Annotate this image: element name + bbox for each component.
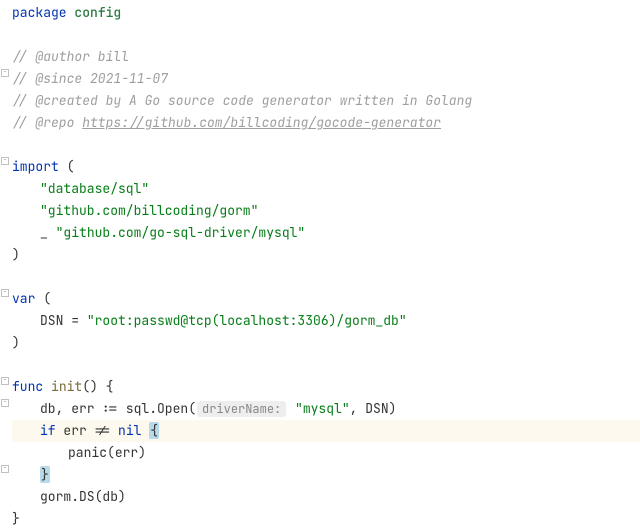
code-line[interactable]: // @author bill xyxy=(12,46,640,68)
fold-marker[interactable]: − xyxy=(1,157,9,165)
blank-identifier: _ xyxy=(40,224,48,241)
code-line[interactable]: func init() { xyxy=(12,376,640,398)
code-line[interactable]: "database/sql" xyxy=(12,178,640,200)
comment: // @repo https://github.com/billcoding/g… xyxy=(12,114,441,131)
paren: ) xyxy=(12,246,20,263)
gutter: − − − − − − xyxy=(0,0,8,532)
code-line[interactable]: } xyxy=(12,464,640,486)
comment: // @since 2021-11-07 xyxy=(12,70,168,87)
code-line-highlighted[interactable]: if err != nil { xyxy=(12,420,640,442)
import-string: "github.com/go-sql-driver/mysql" xyxy=(56,224,306,241)
fold-marker[interactable]: − xyxy=(1,377,9,385)
code-text: (err) xyxy=(107,444,146,461)
code-body[interactable]: package config // @author bill // @since… xyxy=(12,2,640,530)
code-editor[interactable]: − − − − − − package config // @author bi… xyxy=(0,0,640,532)
code-line[interactable]: import ( xyxy=(12,156,640,178)
code-text: gorm.DS(db) xyxy=(40,488,126,505)
blank-line xyxy=(12,266,640,288)
keyword-package: package xyxy=(12,4,67,21)
code-line[interactable]: package config xyxy=(12,2,640,24)
repo-link[interactable]: https://github.com/billcoding/gocode-gen… xyxy=(82,114,441,131)
string-literal: "root:passwd@tcp(localhost:3306)/gorm_db… xyxy=(87,312,407,329)
paren: ) xyxy=(12,334,20,351)
func-name: init xyxy=(51,378,82,395)
brace: } xyxy=(12,510,20,527)
code-line[interactable]: // @created by A Go source code generato… xyxy=(12,90,640,112)
var-name: DSN xyxy=(40,312,63,329)
fold-marker[interactable]: − xyxy=(1,399,9,407)
comment-prefix: // @repo xyxy=(12,114,82,131)
paren: ( xyxy=(67,158,75,175)
blank-line xyxy=(12,354,640,376)
blank-line xyxy=(12,24,640,46)
code-text: panic xyxy=(68,444,107,461)
code-line[interactable]: } xyxy=(12,508,640,530)
code-line[interactable]: db, err := sql.Open(driverName: "mysql",… xyxy=(12,398,640,420)
comment: // @author bill xyxy=(12,48,129,65)
code-line[interactable]: ) xyxy=(12,332,640,354)
matched-brace: } xyxy=(40,466,50,483)
code-line[interactable]: // @since 2021-11-07 xyxy=(12,68,640,90)
func-signature: () { xyxy=(82,378,113,395)
code-line[interactable]: var ( xyxy=(12,288,640,310)
keyword-import: import xyxy=(12,158,59,175)
comment: // @created by A Go source code generato… xyxy=(12,92,472,109)
fold-marker[interactable]: − xyxy=(1,69,9,77)
fold-marker[interactable]: − xyxy=(1,465,9,473)
code-line[interactable]: panic(err) xyxy=(12,442,640,464)
equals: = xyxy=(63,312,86,329)
matched-brace: { xyxy=(149,422,159,439)
code-text: , DSN) xyxy=(350,400,397,417)
code-text: db, err := sql.Open( xyxy=(40,400,196,417)
import-string: "database/sql" xyxy=(40,180,149,197)
code-text: err != xyxy=(56,422,118,439)
blank-line xyxy=(12,134,640,156)
paren: ( xyxy=(43,290,51,307)
keyword-if: if xyxy=(40,422,56,439)
import-string: "github.com/billcoding/gorm" xyxy=(40,202,258,219)
fold-marker[interactable]: − xyxy=(1,289,9,297)
code-line[interactable]: gorm.DS(db) xyxy=(12,486,640,508)
parameter-hint: driverName: xyxy=(197,401,286,417)
package-name: config xyxy=(74,4,121,21)
code-line[interactable]: // @repo https://github.com/billcoding/g… xyxy=(12,112,640,134)
code-line[interactable]: ) xyxy=(12,244,640,266)
code-line[interactable]: DSN = "root:passwd@tcp(localhost:3306)/g… xyxy=(12,310,640,332)
string-literal: "mysql" xyxy=(287,400,349,417)
code-line[interactable]: "github.com/billcoding/gorm" xyxy=(12,200,640,222)
code-line[interactable]: _ "github.com/go-sql-driver/mysql" xyxy=(12,222,640,244)
keyword-func: func xyxy=(12,378,43,395)
keyword-nil: nil xyxy=(118,422,141,439)
keyword-var: var xyxy=(12,290,35,307)
